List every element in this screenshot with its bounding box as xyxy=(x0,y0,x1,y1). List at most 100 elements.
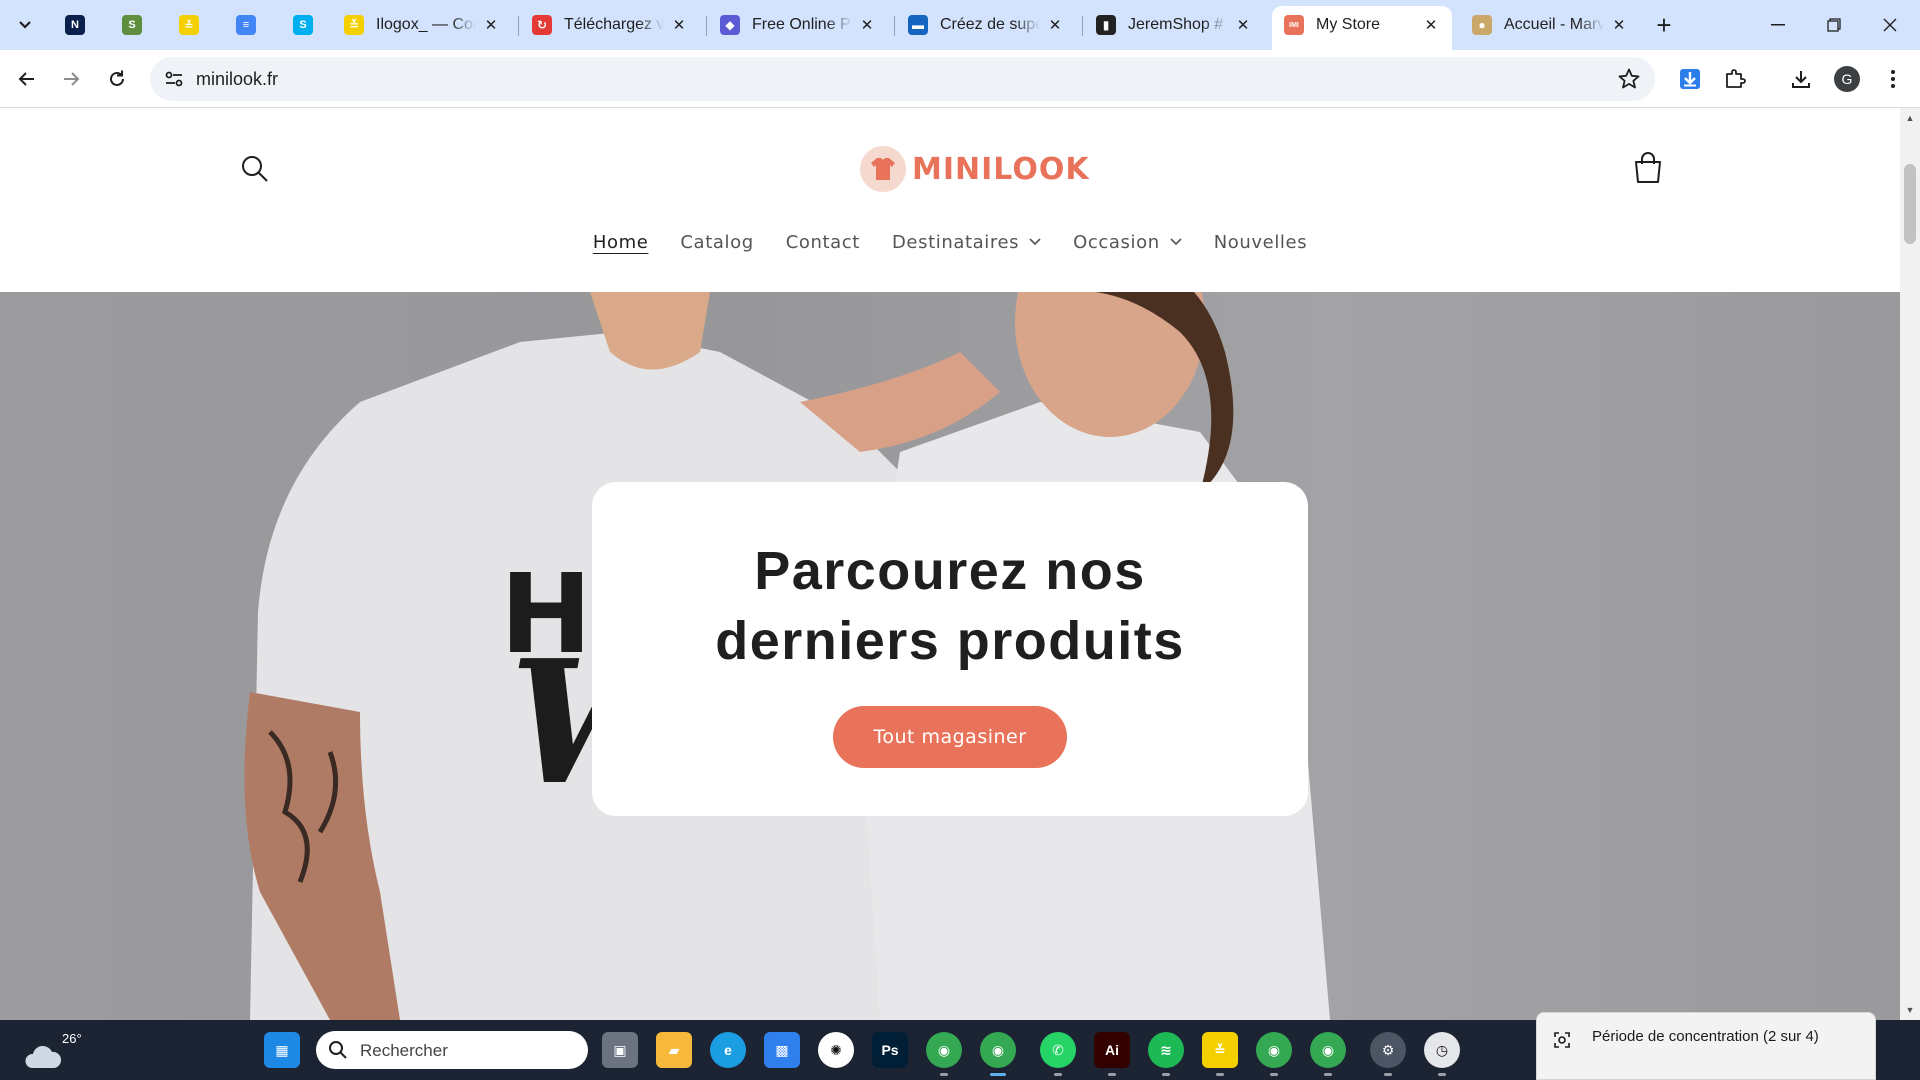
extensions-button[interactable] xyxy=(1716,60,1754,98)
search-icon[interactable] xyxy=(238,152,272,186)
scroll-down-arrow[interactable]: ▼ xyxy=(1900,1002,1920,1018)
chrome-icon[interactable]: ◉ xyxy=(926,1032,962,1068)
cart-icon[interactable] xyxy=(1630,150,1666,186)
nav-item-label: Occasion xyxy=(1073,231,1160,253)
puzzle-icon xyxy=(1726,69,1746,88)
chrome-profile-icon[interactable]: ◉ xyxy=(980,1032,1016,1068)
hero-heading-line1: Parcourez nos xyxy=(754,541,1146,601)
tab-title: Créez de super xyxy=(940,16,1040,33)
tab-favicon-icon: ▬ xyxy=(908,15,928,35)
weather-widget[interactable]: 26° xyxy=(22,1030,82,1072)
address-bar[interactable]: minilook.fr xyxy=(150,57,1655,101)
page-viewport: MINILOOK Home Catalog Contact Destinataires… xyxy=(0,108,1900,1020)
kebab-menu-icon xyxy=(1891,70,1895,88)
tab-title: JeremShop # S xyxy=(1128,16,1228,33)
reload-button[interactable] xyxy=(98,60,136,98)
settings-icon[interactable]: ⚙ xyxy=(1370,1032,1406,1068)
whatsapp-icon[interactable]: ✆ xyxy=(1040,1032,1076,1068)
pinned-tab-shopify-favicon-icon: S xyxy=(122,15,142,35)
focus-session-notification[interactable]: Période de concentration (2 sur 4) xyxy=(1536,1012,1876,1080)
tab-favicon-icon: ● xyxy=(1472,15,1492,35)
running-indicator xyxy=(1270,1073,1278,1076)
profile-button[interactable]: G xyxy=(1828,60,1866,98)
nav-item-label: Catalog xyxy=(680,231,754,253)
tab-close-icon[interactable]: ✕ xyxy=(1232,14,1254,36)
site-info-icon[interactable] xyxy=(160,65,188,93)
tab-separator xyxy=(894,16,895,36)
back-button[interactable] xyxy=(8,60,46,98)
tab-separator xyxy=(518,16,519,36)
forward-button[interactable] xyxy=(52,60,90,98)
restore-button[interactable] xyxy=(1806,0,1862,50)
shop-all-button[interactable]: Tout magasiner xyxy=(833,706,1067,768)
download-extension-icon xyxy=(1680,69,1700,89)
taskbar-search[interactable]: Rechercher xyxy=(316,1031,588,1069)
new-tab-button[interactable]: + xyxy=(1650,10,1678,40)
chrome-profile-3-icon[interactable]: ◉ xyxy=(1310,1032,1346,1068)
pinned-tab-skype[interactable]: S xyxy=(280,7,326,43)
running-indicator xyxy=(1108,1073,1116,1076)
tab-close-icon[interactable]: ✕ xyxy=(1044,14,1066,36)
close-window-button[interactable] xyxy=(1862,0,1918,50)
illustrator-icon[interactable]: Ai xyxy=(1094,1032,1130,1068)
clock-app-icon[interactable]: ◷ xyxy=(1424,1032,1460,1068)
file-explorer-icon[interactable]: ▰ xyxy=(656,1032,692,1068)
menu-button[interactable] xyxy=(1874,60,1912,98)
browser-tab[interactable]: ↻ Téléchargez vo ✕ xyxy=(520,7,700,43)
yellow-app-icon[interactable]: ≚ xyxy=(1202,1032,1238,1068)
running-indicator xyxy=(1216,1073,1224,1076)
browser-tab[interactable]: ≚ Ilogox_ — Com ✕ xyxy=(332,7,512,43)
store-icon[interactable]: ▩ xyxy=(764,1032,800,1068)
forward-arrow-icon xyxy=(64,72,80,86)
pinned-tab-yellow[interactable]: ≚ xyxy=(166,7,212,43)
tab-close-icon[interactable]: ✕ xyxy=(668,14,690,36)
browser-tab[interactable]: IMI My Store ✕ xyxy=(1272,6,1452,50)
nav-item-label: Home xyxy=(592,231,649,253)
nav-item-contact[interactable]: Contact xyxy=(770,232,876,253)
chrome-profile-2-icon[interactable]: ◉ xyxy=(1256,1032,1292,1068)
pinned-tab-shopify[interactable]: S xyxy=(109,7,155,43)
browser-tab[interactable]: ◆ Free Online Pro✕ xyxy=(708,7,888,43)
pinned-tab-docs-favicon-icon: ≡ xyxy=(236,15,256,35)
start-icon[interactable]: ▦ xyxy=(264,1032,300,1068)
nav-item-label: Destinataires xyxy=(891,231,1020,253)
edge-icon[interactable]: e xyxy=(710,1032,746,1068)
pinned-tab-yellow-favicon-icon: ≚ xyxy=(179,15,199,35)
running-indicator xyxy=(1384,1073,1392,1076)
downloads-button[interactable] xyxy=(1782,60,1820,98)
tab-close-icon[interactable]: ✕ xyxy=(856,14,878,36)
extension-download-button[interactable] xyxy=(1671,60,1709,98)
nav-item-occasion[interactable]: Occasion xyxy=(1057,232,1198,253)
nav-item-destinataires[interactable]: Destinataires xyxy=(876,232,1057,253)
pinned-tab-n[interactable]: N xyxy=(52,7,98,43)
bookmark-star-icon[interactable] xyxy=(1617,67,1641,91)
task-view-icon[interactable]: ▣ xyxy=(602,1032,638,1068)
chatgpt-icon[interactable]: ✺ xyxy=(818,1032,854,1068)
site-logo[interactable]: MINILOOK xyxy=(860,144,1090,194)
tab-close-icon[interactable]: ✕ xyxy=(1608,14,1630,36)
taskbar-search-placeholder: Rechercher xyxy=(360,1041,448,1060)
page-scrollbar[interactable]: ▲ ▼ xyxy=(1900,108,1920,1020)
tab-title: Téléchargez vo xyxy=(564,16,664,33)
photoshop-icon[interactable]: Ps xyxy=(872,1032,908,1068)
spotify-icon[interactable]: ≋ xyxy=(1148,1032,1184,1068)
tab-close-icon[interactable]: ✕ xyxy=(480,14,502,36)
browser-tab[interactable]: ▬ Créez de super ✕ xyxy=(896,7,1076,43)
browser-tab[interactable]: ● Accueil - Marv ✕ xyxy=(1460,7,1640,43)
scroll-up-arrow[interactable]: ▲ xyxy=(1900,110,1920,126)
chevron-down-icon xyxy=(1170,238,1182,246)
minimize-button[interactable] xyxy=(1750,0,1806,50)
browser-tab[interactable]: ▮ JeremShop # S ✕ xyxy=(1084,7,1264,43)
tab-favicon-icon: ◆ xyxy=(720,15,740,35)
tab-search-button[interactable] xyxy=(8,10,42,40)
nav-item-nouvelles[interactable]: Nouvelles xyxy=(1198,232,1323,253)
hero-heading-line2: derniers produits xyxy=(715,611,1185,671)
chevron-down-icon xyxy=(1029,238,1041,246)
nav-item-home[interactable]: Home xyxy=(577,232,665,253)
url-text[interactable]: minilook.fr xyxy=(196,69,278,90)
pinned-tab-docs[interactable]: ≡ xyxy=(223,7,269,43)
scrollbar-thumb[interactable] xyxy=(1904,164,1916,244)
nav-item-catalog[interactable]: Catalog xyxy=(664,232,769,253)
tab-title: Free Online Pro xyxy=(752,16,852,33)
tab-close-icon[interactable]: ✕ xyxy=(1420,14,1442,36)
